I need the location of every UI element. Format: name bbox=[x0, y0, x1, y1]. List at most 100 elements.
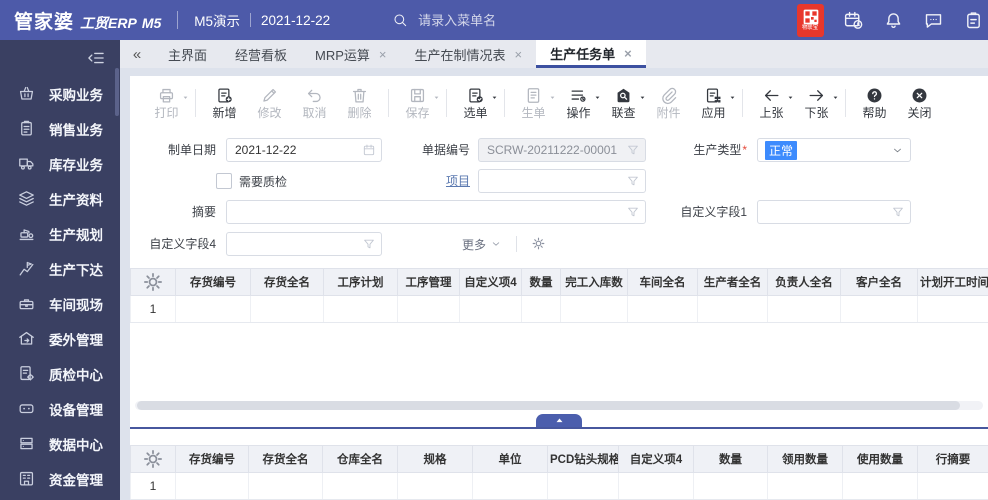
tab-mrp[interactable]: MRP运算 × bbox=[301, 40, 400, 68]
sidebar-item-workshop[interactable]: 车间现场 bbox=[0, 286, 120, 321]
table-cell[interactable] bbox=[175, 472, 249, 500]
table-cell[interactable] bbox=[323, 295, 398, 323]
filter-icon[interactable] bbox=[891, 205, 905, 219]
sidebar-item-production-planning[interactable]: 生产规划 bbox=[0, 216, 120, 251]
sidebar-scrollbar[interactable] bbox=[115, 68, 119, 116]
dropdown-caret-icon[interactable] bbox=[831, 93, 840, 102]
linked-query-button[interactable]: 联查 bbox=[601, 86, 646, 120]
table-cell[interactable] bbox=[917, 472, 988, 500]
column-header[interactable]: 工序计划 bbox=[323, 268, 398, 296]
clipboard-icon[interactable] bbox=[963, 10, 984, 31]
column-header[interactable]: 自定义项4 bbox=[459, 268, 522, 296]
table-cell[interactable] bbox=[175, 295, 251, 323]
table-cell[interactable] bbox=[322, 472, 398, 500]
sidebar-item-qc-center[interactable]: 质检中心 bbox=[0, 356, 120, 391]
table-cell[interactable] bbox=[472, 472, 548, 500]
table-row[interactable]: 1 bbox=[130, 472, 988, 500]
column-header[interactable]: 规格 bbox=[397, 445, 473, 473]
sidebar-item-purchase[interactable]: 采购业务 bbox=[0, 76, 120, 111]
qr-badge[interactable]: 物联宝 bbox=[797, 3, 824, 37]
calendar-icon[interactable] bbox=[362, 143, 376, 157]
column-header[interactable]: 仓库全名 bbox=[322, 445, 398, 473]
sidebar-item-sales[interactable]: 销售业务 bbox=[0, 111, 120, 146]
tab-wip-report[interactable]: 生产在制情况表 × bbox=[401, 40, 537, 68]
column-settings-button[interactable] bbox=[130, 445, 176, 473]
column-header[interactable]: 数量 bbox=[693, 445, 768, 473]
tab-home[interactable]: 主界面 bbox=[154, 40, 221, 68]
table-cell[interactable] bbox=[767, 295, 841, 323]
column-header[interactable]: 存货编号 bbox=[175, 445, 249, 473]
summary-field[interactable] bbox=[226, 200, 646, 224]
table-cell[interactable] bbox=[693, 472, 768, 500]
table-cell[interactable] bbox=[842, 472, 918, 500]
sidebar-item-production-release[interactable]: 生产下达 bbox=[0, 251, 120, 286]
summary-input[interactable] bbox=[227, 205, 626, 219]
table-cell[interactable] bbox=[521, 295, 561, 323]
column-header[interactable]: 客户全名 bbox=[840, 268, 918, 296]
operations-button[interactable]: 操作 bbox=[556, 86, 601, 120]
calendar-clock-icon[interactable] bbox=[843, 10, 864, 31]
column-header[interactable]: 负责人全名 bbox=[767, 268, 841, 296]
table-cell[interactable] bbox=[627, 295, 698, 323]
column-settings-button[interactable] bbox=[130, 268, 176, 296]
project-field[interactable] bbox=[478, 169, 646, 193]
sidebar-item-equipment[interactable]: 设备管理 bbox=[0, 391, 120, 426]
column-header[interactable]: 数量 bbox=[521, 268, 561, 296]
tabs-back-chevron[interactable]: « bbox=[120, 40, 154, 68]
next-button[interactable]: 下张 bbox=[794, 86, 839, 120]
pick-button[interactable]: 选单 bbox=[453, 86, 498, 120]
table-cell[interactable] bbox=[767, 472, 843, 500]
table-cell[interactable] bbox=[840, 295, 918, 323]
table-cell[interactable] bbox=[547, 472, 619, 500]
dropdown-caret-icon[interactable] bbox=[728, 93, 737, 102]
sidebar-item-data-center[interactable]: 数据中心 bbox=[0, 426, 120, 461]
need-qc-checkbox[interactable] bbox=[216, 173, 232, 189]
prod-type-select[interactable]: 正常 bbox=[757, 138, 911, 162]
prev-button[interactable]: 上张 bbox=[749, 86, 794, 120]
table-cell[interactable] bbox=[917, 295, 988, 323]
dropdown-caret-icon[interactable] bbox=[490, 93, 499, 102]
table-cell[interactable] bbox=[250, 295, 324, 323]
filter-icon[interactable] bbox=[362, 237, 376, 251]
column-header[interactable]: 使用数量 bbox=[842, 445, 918, 473]
column-header[interactable]: 领用数量 bbox=[767, 445, 843, 473]
sidebar-item-inventory[interactable]: 库存业务 bbox=[0, 146, 120, 181]
tab-close-icon[interactable]: × bbox=[515, 48, 523, 61]
dropdown-caret-icon[interactable] bbox=[432, 93, 441, 102]
tab-close-icon[interactable]: × bbox=[624, 47, 632, 60]
doc-date-field[interactable] bbox=[226, 138, 382, 162]
custom1-input[interactable] bbox=[758, 205, 891, 219]
table-row[interactable]: 1 bbox=[130, 295, 988, 323]
table-cell[interactable] bbox=[459, 295, 522, 323]
column-header[interactable]: 存货全名 bbox=[248, 445, 323, 473]
column-header[interactable]: 自定义项4 bbox=[618, 445, 694, 473]
need-qc-field[interactable]: 需要质检 bbox=[216, 169, 287, 193]
apply-button[interactable]: 应用 bbox=[691, 86, 736, 120]
close-button[interactable]: 关闭 bbox=[897, 86, 942, 120]
tab-dashboard[interactable]: 经营看板 bbox=[221, 40, 301, 68]
filter-icon[interactable] bbox=[626, 174, 640, 188]
project-link-label[interactable]: 项目 bbox=[446, 174, 470, 188]
column-header[interactable]: 行摘要 bbox=[917, 445, 988, 473]
column-header[interactable]: 车间全名 bbox=[627, 268, 698, 296]
search-input[interactable] bbox=[416, 11, 571, 29]
menu-search[interactable] bbox=[392, 11, 571, 29]
more-button[interactable]: 更多 bbox=[462, 232, 502, 256]
column-header[interactable]: 完工入库数 bbox=[560, 268, 628, 296]
tab-prod-task[interactable]: 生产任务单 × bbox=[536, 40, 646, 68]
message-icon[interactable] bbox=[923, 10, 944, 31]
dropdown-caret-icon[interactable] bbox=[181, 93, 190, 102]
column-header[interactable]: 工序管理 bbox=[397, 268, 460, 296]
splitter-collapse-handle[interactable] bbox=[536, 414, 582, 427]
table-cell[interactable] bbox=[397, 295, 460, 323]
column-header[interactable]: 生产者全名 bbox=[697, 268, 768, 296]
tab-close-icon[interactable]: × bbox=[379, 48, 387, 61]
column-header[interactable]: 存货编号 bbox=[175, 268, 251, 296]
column-header[interactable]: PCD钻头规格 bbox=[547, 445, 619, 473]
project-input[interactable] bbox=[479, 174, 626, 188]
table-cell[interactable] bbox=[397, 472, 473, 500]
help-button[interactable]: 帮助 bbox=[852, 86, 897, 120]
doc-date-input[interactable] bbox=[227, 143, 362, 157]
form-settings-icon[interactable] bbox=[530, 235, 547, 252]
table-cell[interactable] bbox=[618, 472, 694, 500]
